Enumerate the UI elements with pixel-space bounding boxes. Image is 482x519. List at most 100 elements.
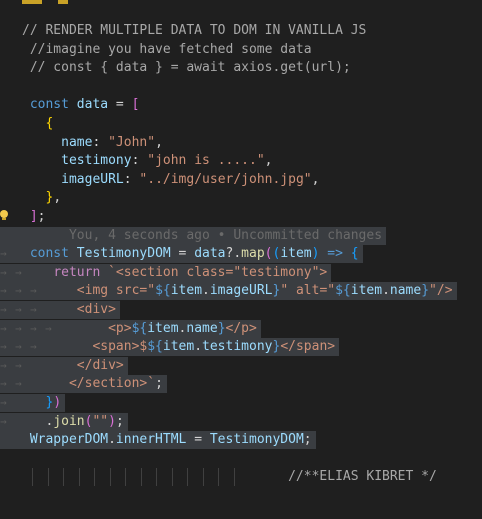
- code-line[interactable]: imageURL: "../img/user/john.jpg",: [0, 171, 482, 189]
- code-line[interactable]: → }): [0, 394, 66, 412]
- code-line-text: const data = [: [22, 96, 140, 114]
- code-token: :: [123, 171, 140, 187]
- code-line[interactable]: //imagine you have fetched some data: [0, 41, 482, 59]
- whitespace-arrow-icon: →: [0, 414, 7, 428]
- code-token: "John": [108, 134, 156, 150]
- code-token: imageURL: [209, 283, 273, 299]
- code-token: </span>: [280, 339, 336, 355]
- whitespace-arrow-icon: →: [15, 303, 22, 316]
- code-line-text: <p>${item.name}</p>: [22, 320, 257, 338]
- code-token: const: [22, 246, 69, 262]
- code-token: }: [421, 283, 430, 299]
- code-line-text: {: [22, 115, 53, 133]
- code-line-text: const TestimonyDOM = data?.map((item) =>…: [22, 245, 359, 263]
- whitespace-arrow-icon: →: [0, 340, 7, 354]
- lightbulb-icon[interactable]: [0, 210, 8, 220]
- code-token: "../img/user/john.jpg": [139, 171, 312, 187]
- code-line[interactable]: // RENDER MULTIPLE DATA TO DOM IN VANILL…: [0, 22, 482, 40]
- code-token: =: [108, 97, 132, 113]
- whitespace-arrow-icon: →: [0, 321, 7, 335]
- code-token: ${: [155, 283, 171, 299]
- code-token: item: [147, 320, 179, 336]
- code-line[interactable]: You, 4 seconds ago • Uncommitted changes: [0, 226, 387, 245]
- code-line-text: WrapperDOM.innerHTML = TestimonyDOM;: [22, 431, 312, 449]
- whitespace-arrow-icon: →: [15, 377, 22, 391]
- code-token: .: [194, 339, 203, 355]
- code-line[interactable]: [0, 78, 482, 96]
- code-token: ${: [147, 339, 163, 355]
- code-token: </section>`: [22, 376, 156, 392]
- code-token: WrapperDOM: [22, 432, 109, 448]
- code-line-text: </div>: [22, 357, 124, 375]
- code-line[interactable]: → → return `<section class="testimony">: [0, 263, 332, 282]
- code-line[interactable]: → .join("");: [0, 412, 128, 431]
- code-line[interactable]: },: [0, 189, 482, 207]
- code-token: item: [280, 246, 312, 262]
- code-line[interactable]: ];: [0, 208, 482, 226]
- code-token: item: [170, 283, 203, 299]
- code-line[interactable]: [0, 450, 482, 468]
- code-token: // RENDER MULTIPLE DATA TO DOM IN VANILL…: [22, 23, 367, 38]
- code-token: innerHTML: [115, 432, 187, 448]
- code-token: //imagine you have fetched some data: [22, 41, 312, 57]
- code-line[interactable]: → → → <div>: [0, 301, 120, 319]
- code-line[interactable]: → const TestimonyDOM = data?.map((item) …: [0, 245, 363, 264]
- code-token: ;: [303, 432, 312, 448]
- code-token: name: [61, 134, 93, 150]
- code-token: </p>: [225, 320, 257, 336]
- code-token: TestimonyDOM: [76, 246, 171, 262]
- code-token: ${: [335, 283, 351, 299]
- code-token: testimony: [61, 153, 132, 169]
- whitespace-arrow-icon: →: [0, 265, 7, 279]
- code-line-text: //imagine you have fetched some data: [22, 41, 312, 59]
- code-line-text: testimony: "john is .....",: [22, 152, 272, 170]
- code-line-text: .join("");: [22, 413, 123, 431]
- code-line-text: <span>$${item.testimony}</span>: [22, 338, 335, 356]
- code-line[interactable]: → → → → <p>${item.name}</p>: [0, 319, 261, 338]
- code-line-text: </section>`;: [22, 375, 163, 393]
- code-line[interactable]: testimony: "john is .....",: [0, 152, 482, 170]
- whitespace-arrow-icon: →: [15, 340, 22, 354]
- code-line[interactable]: //**ELIAS KIBRET */: [0, 468, 482, 487]
- code-token: TestimonyDOM: [209, 432, 304, 448]
- code-token: </div>: [22, 357, 124, 373]
- code-line-text: //**ELIAS KIBRET */: [22, 468, 437, 486]
- code-token: ): [108, 413, 116, 429]
- code-token: const: [22, 97, 69, 113]
- code-line-text: You, 4 seconds ago • Uncommitted changes: [22, 227, 382, 245]
- code-token: ): [53, 395, 62, 410]
- code-line-text: <div>: [22, 301, 116, 319]
- code-line[interactable]: → → </div>: [0, 356, 128, 375]
- code-line[interactable]: const data = [: [0, 96, 482, 114]
- code-token: "/>: [429, 283, 453, 299]
- code-line-text: ];: [22, 208, 46, 226]
- code-token: `<section class="testimony">: [100, 264, 328, 280]
- code-line[interactable]: → → → <span>$${item.testimony}</span>: [0, 338, 340, 357]
- code-line[interactable]: → → → <img src="${item.imageURL}" alt="${i…: [0, 282, 457, 301]
- code-token: name: [389, 283, 422, 299]
- code-editor[interactable]: // RENDER MULTIPLE DATA TO DOM IN VANILL…: [0, 0, 482, 519]
- code-token: <img src=": [22, 283, 156, 299]
- code-token: .: [22, 413, 54, 429]
- code-token: ;: [155, 376, 163, 392]
- scroll-decoration: [58, 0, 68, 4]
- code-line[interactable]: {: [0, 115, 482, 133]
- code-token: =: [186, 432, 210, 448]
- whitespace-arrow-icon: →: [0, 377, 7, 391]
- code-token: :: [131, 153, 148, 169]
- code-token: <span>$: [22, 339, 148, 355]
- whitespace-arrow-icon: →: [0, 247, 7, 261]
- code-line[interactable]: WrapperDOM.innerHTML = TestimonyDOM;: [0, 431, 316, 450]
- code-token: =>: [319, 246, 351, 262]
- code-token: //**ELIAS KIBRET */: [22, 469, 437, 485]
- code-line[interactable]: // const { data } = await axios.get(url)…: [0, 59, 482, 77]
- code-line-text: // RENDER MULTIPLE DATA TO DOM IN VANILL…: [22, 22, 366, 40]
- code-line[interactable]: → → </section>`;: [0, 375, 167, 394]
- whitespace-arrow-icon: →: [15, 358, 22, 372]
- code-token: ,: [264, 153, 273, 169]
- code-line[interactable]: name: "John",: [0, 134, 482, 152]
